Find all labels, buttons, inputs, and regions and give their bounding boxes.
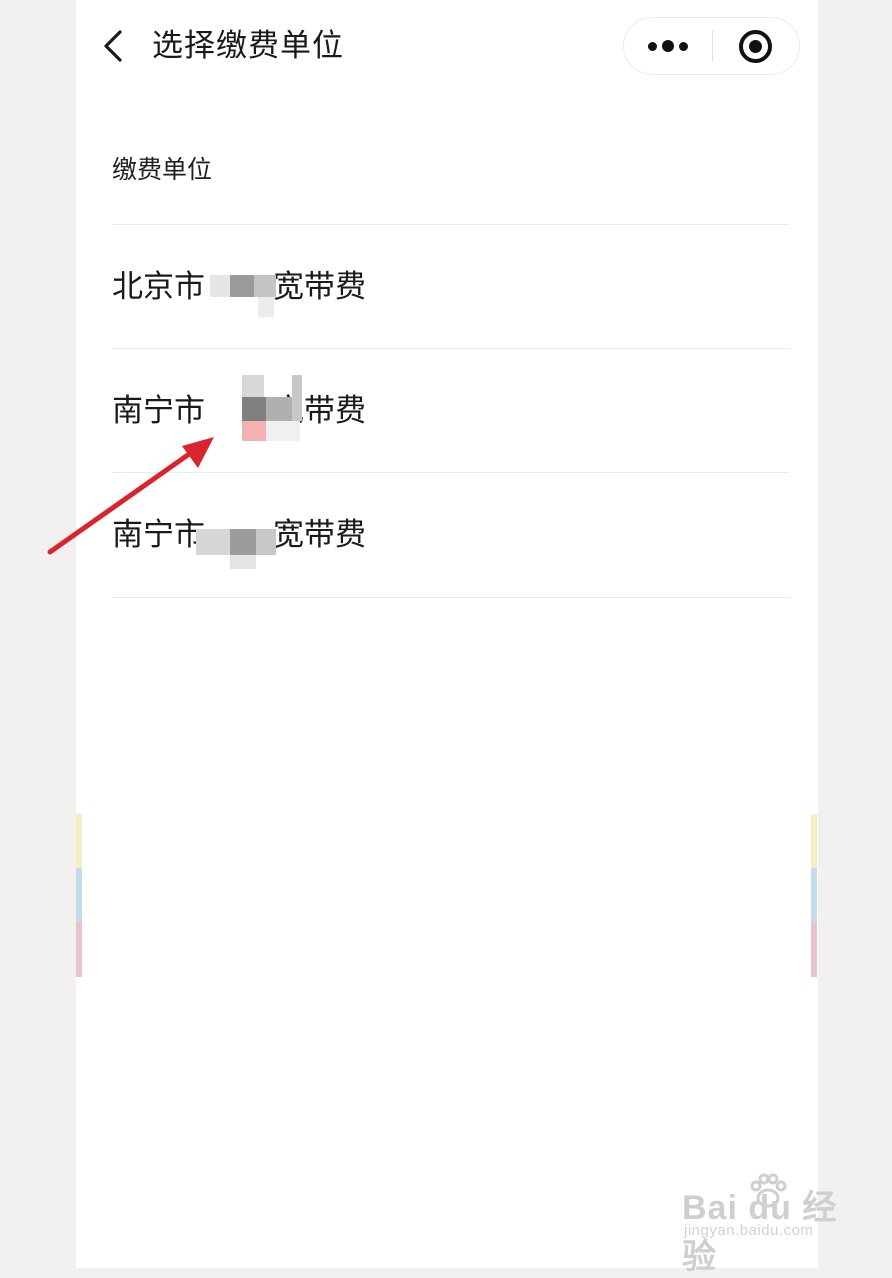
unit-name: 南宁市 宽带费 bbox=[112, 517, 366, 553]
close-mini-program-icon[interactable] bbox=[713, 18, 799, 74]
unit-name: 南宁市 宽带费 bbox=[112, 393, 366, 429]
back-icon[interactable] bbox=[98, 26, 134, 66]
list-item[interactable]: 南宁市 宽带费 bbox=[112, 473, 790, 596]
color-strip bbox=[76, 868, 82, 922]
color-strip bbox=[811, 868, 817, 922]
color-strip bbox=[811, 922, 817, 977]
more-icon[interactable] bbox=[624, 18, 712, 74]
baidu-jingyan-watermark: Bai du 经验 jingyan.baidu.com bbox=[682, 1172, 852, 1276]
color-strip bbox=[811, 814, 817, 868]
color-strip bbox=[76, 922, 82, 977]
page-title: 选择缴费单位 bbox=[152, 28, 344, 64]
mini-program-page: 选择缴费单位 缴费单位 北京市 宽带费 南宁市 宽带费 南宁市 宽带费 bbox=[76, 0, 818, 1268]
list-item[interactable]: 南宁市 宽带费 bbox=[112, 349, 790, 472]
capsule-menu bbox=[623, 17, 800, 75]
section-label: 缴费单位 bbox=[112, 155, 213, 184]
unit-name: 北京市 宽带费 bbox=[112, 269, 366, 305]
list-item[interactable]: 北京市 宽带费 bbox=[112, 225, 790, 348]
divider bbox=[112, 597, 790, 598]
color-strip bbox=[76, 814, 82, 868]
